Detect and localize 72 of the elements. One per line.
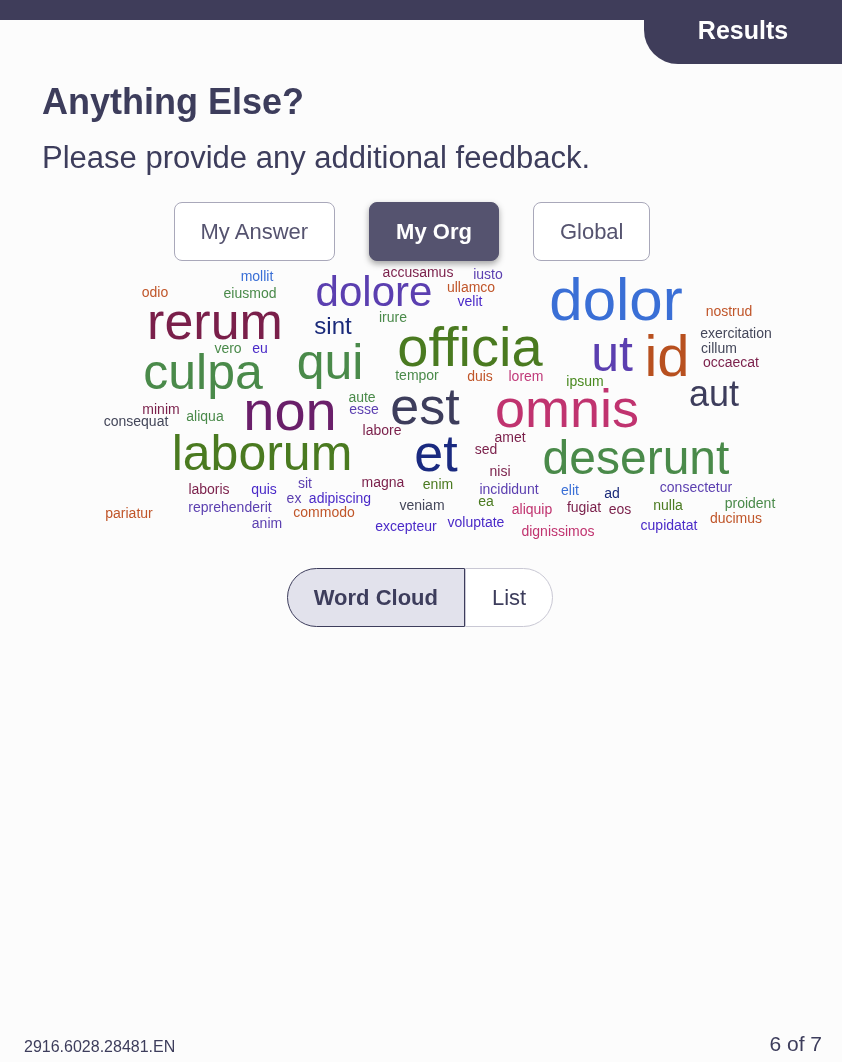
view-toggle-button[interactable]: List [465,568,554,627]
cloud-word: excepteur [375,521,437,533]
cloud-word: esse [349,404,379,416]
cloud-word: nisi [489,466,511,478]
cloud-word: dignissimos [521,526,595,538]
cloud-word: nulla [653,500,683,512]
cloud-word: fugiat [566,502,602,514]
cloud-word: aliqua [186,411,224,423]
cloud-word: tempor [395,370,439,382]
cloud-word: reprehenderit [188,502,272,514]
cloud-word: quis [251,484,277,496]
question-prompt: Please provide any additional feedback. [42,139,592,177]
cloud-word: labore [362,425,402,437]
cloud-word: exercitation [700,328,772,340]
cloud-word: irure [379,312,407,324]
cloud-word: cillum [701,343,737,355]
cloud-word: odio [141,287,169,299]
cloud-word: sed [474,444,498,456]
cloud-word: minim [142,404,180,416]
cloud-word: ea [478,496,494,508]
cloud-word: consequat [103,416,169,428]
cloud-word: lorem [508,371,544,383]
scope-button[interactable]: Global [532,202,651,261]
cloud-word: ducimus [709,513,763,525]
cloud-word: elit [561,485,579,497]
cloud-word: cupidatat [640,520,698,532]
cloud-word: enim [422,479,454,491]
cloud-word: amet [494,432,526,444]
cloud-word: ipsum [566,376,604,388]
cloud-word: aute [348,392,376,404]
cloud-word: duis [467,371,493,383]
cloud-word: occaecat [703,357,759,369]
cloud-word: ut [591,334,633,374]
cloud-word: aut [689,379,739,409]
cloud-word: nostrud [705,306,753,318]
cloud-word: pariatur [105,508,153,520]
cloud-word: incididunt [479,484,539,496]
cloud-word: rerum [147,301,283,343]
question-title: Anything Else? [42,80,306,124]
cloud-word: consectetur [659,482,733,494]
cloud-word: anim [251,518,283,530]
cloud-word: ex [286,493,302,505]
cloud-word: est [390,386,460,428]
cloud-word: omnis [495,387,639,431]
cloud-word: vero [214,343,242,355]
cloud-word: ullamco [446,282,496,294]
cloud-word: et [414,433,458,475]
cloud-word: laboris [188,484,230,496]
cloud-word: dolor [549,276,683,324]
cloud-word: eos [608,504,632,516]
cloud-word: iusto [473,269,503,281]
cloud-word: eiusmod [223,288,277,300]
cloud-word: eu [252,343,268,355]
cloud-word: magna [361,477,405,489]
cloud-word: voluptate [447,517,505,529]
cloud-word: qui [296,342,364,391]
cloud-word: officia [397,324,543,370]
cloud-word: mollit [240,271,274,283]
cloud-word: laborum [171,433,353,473]
cloud-word: aliquip [511,504,553,516]
cloud-word: sit [298,478,312,490]
cloud-word: veniam [399,500,445,512]
scope-button[interactable]: My Answer [173,202,336,261]
scope-button[interactable]: My Org [369,202,499,261]
version-code: 2916.6028.28481.EN [24,1038,176,1056]
cloud-word: deserunt [542,438,730,478]
cloud-word: ad [604,488,620,500]
cloud-word: id [644,332,690,380]
cloud-word: sint [314,316,352,336]
cloud-word: commodo [293,507,355,519]
cloud-word: velit [457,296,483,308]
view-toggle-button[interactable]: Word Cloud [286,568,465,627]
